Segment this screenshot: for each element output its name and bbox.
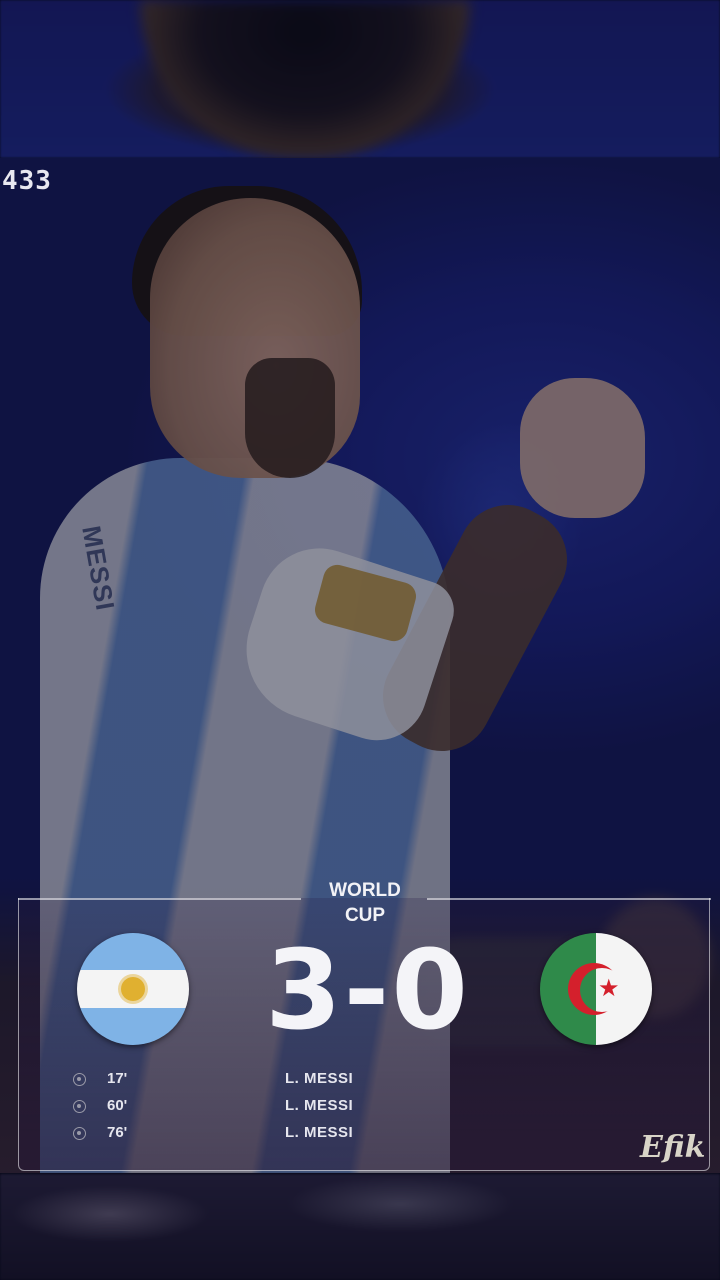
algeria-flag-icon: ★ bbox=[540, 933, 652, 1045]
goal-scorer: L. MESSI bbox=[285, 1097, 354, 1114]
sun-icon bbox=[121, 977, 145, 1001]
home-score: 3 bbox=[265, 926, 344, 1054]
argentina-flag-icon bbox=[77, 933, 189, 1045]
football-icon bbox=[73, 1073, 86, 1086]
goal-row: 76' L. MESSI bbox=[0, 1124, 720, 1146]
goal-minute: 76' bbox=[107, 1124, 128, 1141]
goal-scorer: L. MESSI bbox=[285, 1070, 354, 1087]
score-separator: - bbox=[343, 926, 392, 1054]
bottom-blurred-image bbox=[0, 1174, 720, 1280]
away-score: 0 bbox=[391, 926, 470, 1054]
goal-minute: 60' bbox=[107, 1097, 128, 1114]
blurred-head bbox=[140, 0, 470, 158]
match-score: 3-0 bbox=[235, 935, 500, 1045]
player-fist bbox=[520, 378, 645, 518]
football-icon bbox=[73, 1127, 86, 1140]
goal-row: 60' L. MESSI bbox=[0, 1097, 720, 1119]
goal-row: 17' L. MESSI bbox=[0, 1070, 720, 1092]
player-beard bbox=[245, 358, 335, 478]
competition-title: WORLD CUP bbox=[300, 878, 430, 928]
star-icon: ★ bbox=[598, 975, 620, 1002]
goal-minute: 17' bbox=[107, 1070, 128, 1087]
brand-watermark: 433 bbox=[2, 166, 52, 196]
frame-line-right bbox=[427, 898, 711, 900]
goal-scorer: L. MESSI bbox=[285, 1124, 354, 1141]
competition-line-1: WORLD bbox=[329, 880, 401, 901]
top-blurred-image bbox=[0, 0, 720, 158]
football-icon bbox=[73, 1100, 86, 1113]
frame-line-left bbox=[17, 898, 301, 900]
competition-line-2: CUP bbox=[344, 905, 386, 926]
creator-signature: Efik bbox=[640, 1130, 706, 1165]
